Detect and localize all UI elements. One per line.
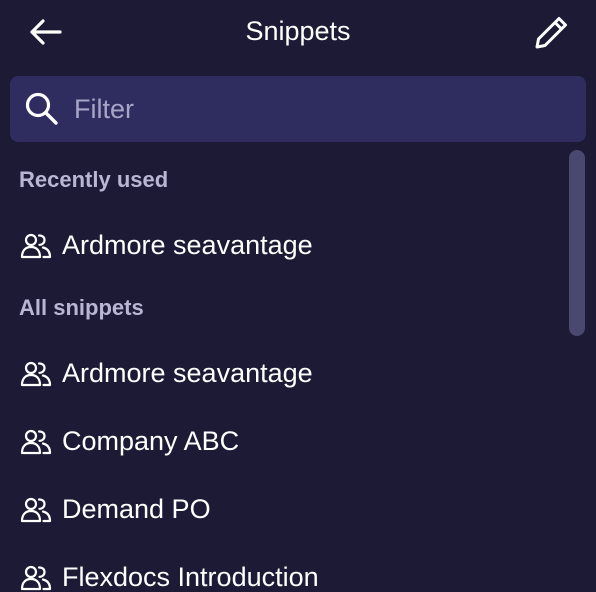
list-item-label: Ardmore seavantage: [62, 358, 313, 388]
section-header-all: All snippets: [19, 295, 144, 320]
list-item-label: Ardmore seavantage: [62, 230, 313, 260]
list-item[interactable]: Ardmore seavantage: [0, 346, 560, 402]
list-item[interactable]: Ardmore seavantage: [0, 218, 560, 274]
list-item-label: Company ABC: [62, 426, 240, 456]
list-item-label: Demand PO: [62, 494, 211, 524]
section-header-recent: Recently used: [19, 167, 169, 192]
edit-button[interactable]: [528, 10, 574, 54]
list-item[interactable]: Demand PO: [0, 482, 560, 538]
scrollbar-thumb[interactable]: [569, 150, 585, 336]
filter-input[interactable]: [74, 86, 574, 132]
pencil-icon: [535, 17, 567, 49]
list-item[interactable]: Company ABC: [0, 414, 560, 470]
header: Snippets: [0, 0, 596, 64]
scrollbar[interactable]: [568, 150, 585, 592]
users-icon: [20, 565, 52, 591]
list-item-label: Flexdocs Introduction: [62, 562, 319, 592]
list-item[interactable]: Flexdocs Introduction: [0, 550, 560, 592]
page-title: Snippets: [245, 16, 351, 46]
users-icon: [20, 233, 52, 259]
users-icon: [20, 497, 52, 523]
users-icon: [20, 429, 52, 455]
filter-box: [10, 76, 586, 142]
search-icon: [25, 92, 58, 125]
snippets-panel: Snippets Recently used Ardmore seavantag…: [0, 0, 596, 592]
users-icon: [20, 361, 52, 387]
snippet-list: Recently used Ardmore seavantage All sni…: [0, 150, 566, 592]
